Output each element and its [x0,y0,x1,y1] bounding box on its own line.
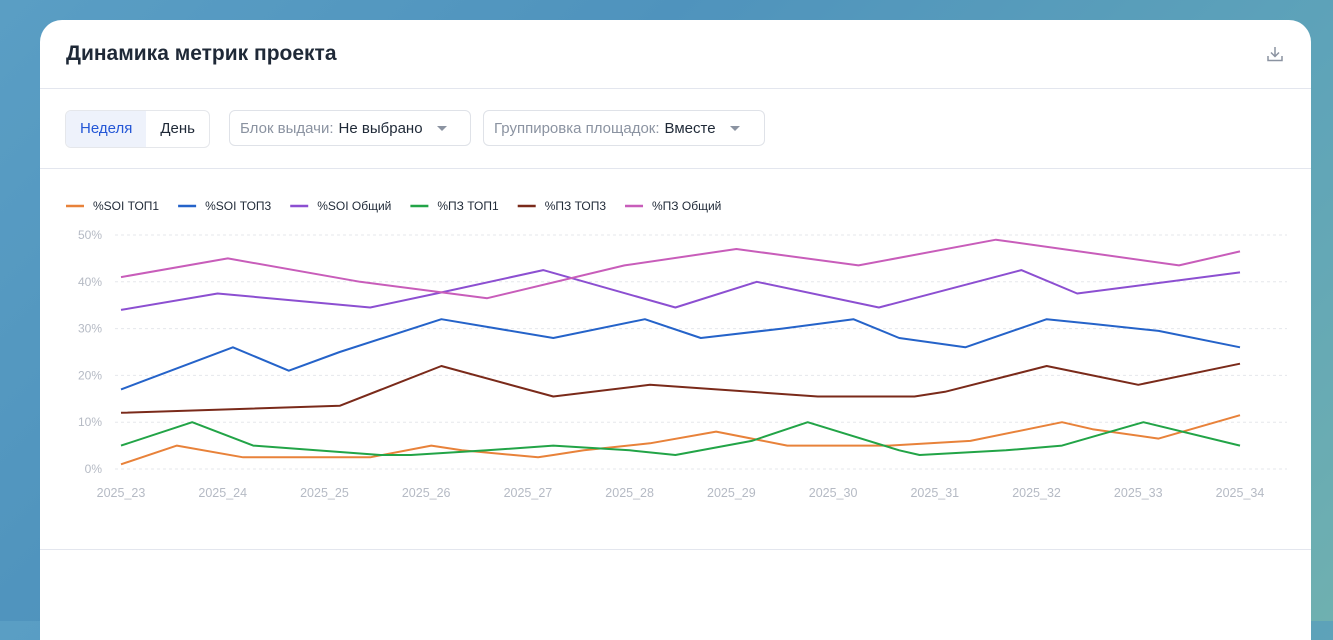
filters-bar: Неделя День Блок выдачи: Не выбрано Груп… [40,89,1311,169]
chevron-down-icon [729,125,740,131]
x-tick-label: 2025_31 [910,486,959,500]
tab-day[interactable]: День [146,111,209,147]
tab-week[interactable]: Неделя [66,111,147,147]
x-tick-label: 2025_32 [1012,486,1061,500]
chart-area: %SOI ТОП1 %SOI ТОП3 %SOI Общий %ПЗ ТОП1 %ПЗ … [40,169,1311,550]
y-tick-label: 10% [78,415,102,429]
x-tick-label: 2025_27 [504,486,553,500]
grouping-select[interactable]: Группировка площадок: Вместе [483,110,765,146]
period-toggle: Неделя День [65,110,210,148]
series-line [120,269,1241,311]
grouping-select-label: Группировка площадок: [494,119,660,137]
download-icon[interactable] [1265,44,1285,64]
series-line [120,318,1241,391]
legend-label: %ПЗ ТОП1 [437,199,499,213]
x-tick-label: 2025_33 [1114,486,1163,500]
y-tick-label: 0% [85,462,103,476]
x-tick-label: 2025_34 [1216,486,1265,500]
legend-label: %ПЗ Общий [652,199,721,213]
x-tick-label: 2025_30 [809,486,858,500]
legend-label: %ПЗ ТОП3 [545,199,607,213]
chart-card: Динамика метрик проекта Неделя День Блок… [40,20,1311,640]
block-select-value: Не выбрано [338,119,423,137]
legend-label: %SOI Общий [317,199,391,213]
block-select[interactable]: Блок выдачи: Не выбрано [229,110,471,146]
y-tick-label: 50% [78,228,102,242]
y-tick-label: 30% [78,322,102,336]
x-tick-label: 2025_23 [97,486,146,500]
x-tick-label: 2025_29 [707,486,756,500]
page-title: Динамика метрик проекта [66,42,337,65]
block-select-label: Блок выдачи: [240,119,334,137]
x-tick-label: 2025_24 [198,486,247,500]
series-line [120,238,1241,300]
line-chart: %SOI ТОП1 %SOI ТОП3 %SOI Общий %ПЗ ТОП1 %ПЗ … [66,199,1287,500]
legend-label: %SOI ТОП1 [93,199,159,213]
x-tick-label: 2025_28 [605,486,654,500]
legend-label: %SOI ТОП3 [205,199,271,213]
chevron-down-icon [436,125,447,131]
y-tick-label: 40% [78,275,102,289]
grouping-select-value: Вместе [664,119,716,137]
y-tick-label: 20% [78,368,102,382]
x-tick-label: 2025_26 [402,486,451,500]
x-tick-label: 2025_25 [300,486,349,500]
card-header: Динамика метрик проекта [40,20,1311,89]
